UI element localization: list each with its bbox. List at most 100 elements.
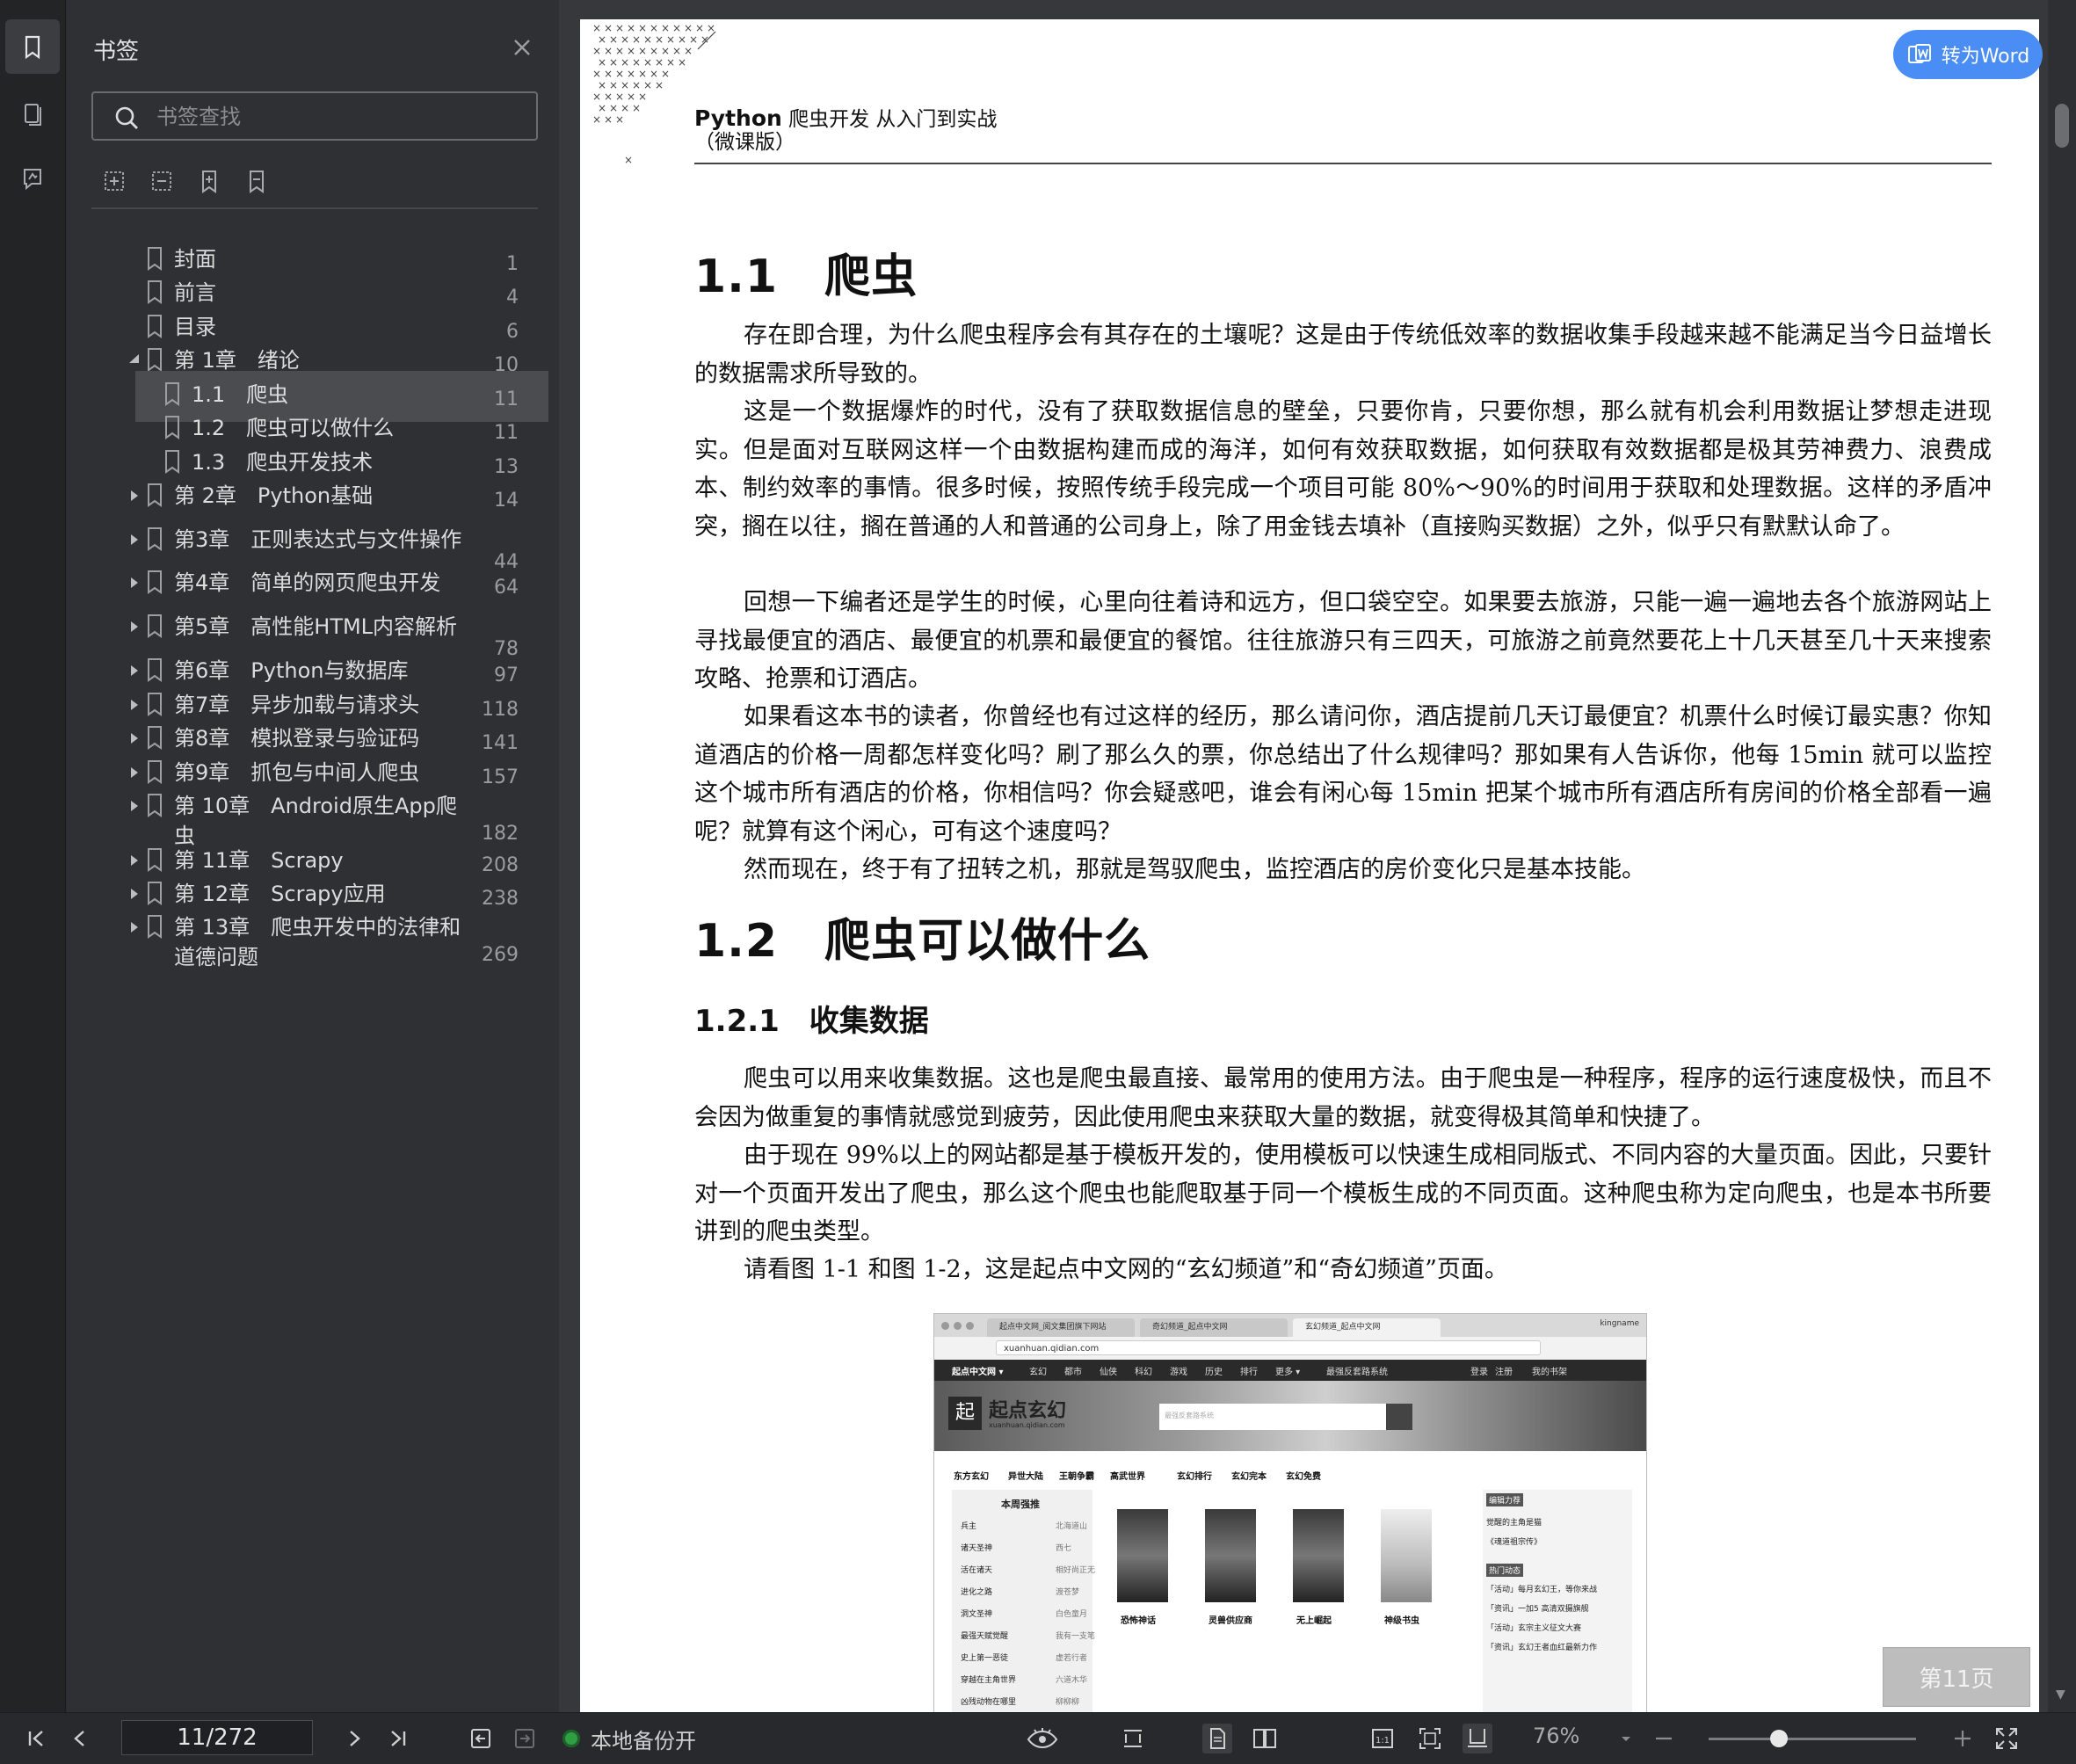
bookmark-label: 第 12章 Scrapy应用 [174,879,386,909]
collapse-arrow-icon[interactable] [127,352,142,368]
zoom-in-icon[interactable] [1948,1724,1978,1753]
expand-arrow-icon[interactable] [127,575,142,591]
bookmark-item[interactable]: 第 12章 Scrapy应用 238 [83,879,548,914]
bookmark-item[interactable]: 前言 4 [83,278,548,313]
double-page-icon[interactable] [1250,1724,1280,1753]
expand-arrow-icon[interactable] [127,765,142,780]
bookmark-label: 第5章 高性能HTML内容解析 [174,612,457,642]
bookmark-item[interactable]: 第8章 模拟登录与验证码 141 [83,723,548,759]
single-page-icon[interactable] [1202,1724,1232,1753]
collapse-all-icon[interactable] [148,167,183,202]
first-page-icon[interactable] [21,1724,51,1753]
bookmark-tab-icon[interactable] [5,19,60,74]
bookmark-label: 第 11章 Scrapy [174,846,344,875]
actual-size-icon[interactable]: 1:1 [1368,1724,1397,1753]
bookmark-item[interactable]: 第3章 正则表达式与文件操作 44 [83,525,548,573]
bookmark-label-text: 第3章 正则表达式与文件操作 [174,527,462,552]
svg-text:×: × [621,33,629,46]
last-page-icon[interactable] [383,1724,413,1753]
bookmark-item[interactable]: 封面 1 [83,244,548,279]
section-heading-1-2: 1.2 爬虫可以做什么 [694,915,1151,968]
expand-arrow-icon[interactable] [127,919,142,935]
bookmark-item[interactable]: 1.2 爬虫可以做什么 11 [83,413,548,448]
figure-weekly-item: 兵主 北海道山 [961,1520,1087,1531]
bookmark-search-input[interactable] [155,98,527,135]
figure-nav-item: 注册 [1495,1368,1513,1377]
zoom-dropdown-icon[interactable] [1617,1724,1635,1753]
figure-book-name: 神级书虫 [1384,1616,1419,1626]
fit-page-icon[interactable] [1415,1724,1445,1753]
continuous-scroll-icon[interactable] [1463,1724,1492,1753]
expand-arrow-icon[interactable] [127,886,142,902]
bookmark-item[interactable]: 第9章 抓包与中间人爬虫 157 [83,758,548,793]
viewer-scrollbar[interactable]: ▼ [2048,0,2076,1712]
add-bookmark-icon[interactable] [195,167,230,202]
figure-weekly-item: 诸天圣神 西七 [961,1542,1071,1553]
close-icon[interactable] [506,32,538,63]
bookmark-item[interactable]: 第 2章 Python基础 14 [83,481,548,516]
expand-arrow-icon[interactable] [127,853,142,868]
zoom-slider[interactable] [1709,1738,1916,1740]
thumbnail-tab-icon[interactable] [5,86,60,141]
expand-arrow-icon[interactable] [127,697,142,713]
bookmark-item[interactable]: 1.1 爬虫 11 [83,371,548,422]
bookmark-item[interactable]: 第7章 异步加载与请求头 118 [83,690,548,725]
page-number-input[interactable]: 11/272 [121,1720,313,1755]
figure-nav-item: 排行 [1240,1368,1258,1377]
scroll-down-icon[interactable]: ▼ [2056,1688,2065,1702]
figure-weekly-title-text: 活在诸天 [961,1566,993,1575]
eye-care-icon[interactable] [1016,1724,1069,1753]
remove-bookmark-icon[interactable] [243,167,278,202]
scrollbar-thumb[interactable] [2055,104,2069,148]
zoom-slider-handle[interactable] [1770,1730,1789,1747]
bookmark-item[interactable]: 第6章 Python与数据库 97 [83,656,548,691]
next-page-icon[interactable] [339,1724,369,1753]
history-forward-icon[interactable] [510,1724,540,1753]
fullscreen-icon[interactable] [1992,1724,2022,1753]
bookmark-icon [148,614,162,638]
paragraph: 由于现在 99%以上的网站都是基于模板开发的，使用模板可以快速生成相同版式、不同… [694,1142,1992,1245]
bookmark-label: 前言 [174,278,216,308]
bookmark-icon [148,794,162,817]
header-brand: Python [694,105,782,131]
bookmark-label-text: 第 13章 爬虫开发中的法律和 [174,915,461,940]
document-viewer: × × × × × × × × × × × × × × × × × × × × × × × × × × × × × × × × × × × × × × × ×… [559,0,2076,1712]
convert-to-word-button[interactable]: 转为Word [1893,30,2043,79]
bookmark-page-number: 141 [482,732,519,754]
bookmark-item[interactable]: 第 11章 Scrapy 208 [83,846,548,881]
bookmark-panel: 书签 封面1前言4目录6第 1章 绪论101.1 爬虫111.2 爬虫可以做什么… [67,0,622,1712]
previous-page-icon[interactable] [65,1724,95,1753]
expand-arrow-icon[interactable] [127,619,142,635]
bookmark-icon [148,726,162,750]
fit-width-icon[interactable] [1118,1724,1148,1753]
page-number-badge[interactable]: 第11页 [1883,1647,2030,1707]
bookmark-icon [148,848,162,872]
header-rule [694,163,1992,164]
zoom-level[interactable]: 76% [1533,1724,1579,1748]
history-back-icon[interactable] [466,1724,496,1753]
zoom-out-icon[interactable] [1649,1724,1679,1753]
annotation-tab-icon[interactable] [5,151,60,206]
bookmark-icon [165,450,179,474]
bookmark-item[interactable]: 第4章 简单的网页爬虫开发 64 [83,568,548,603]
header-subtitle: （微课版） [694,131,795,154]
expand-arrow-icon[interactable] [127,488,142,504]
bookmark-icon [165,416,179,439]
backup-status[interactable]: 本地备份开 [563,1724,696,1753]
svg-text:×: × [655,56,664,69]
bookmark-item[interactable]: 1.3 爬虫开发技术 13 [83,447,548,483]
figure-weekly-title-text: 兵主 [961,1522,977,1531]
running-header: Python 爬虫开发 从入门到实战 （微课版） [694,105,997,155]
bookmark-item[interactable]: 第 10章 Android原生App爬虫 182 [83,791,548,848]
bookmark-item[interactable]: 第 13章 爬虫开发中的法律和 道德问题 269 [83,912,548,969]
svg-text:×: × [672,45,681,57]
bookmark-item[interactable]: 目录 6 [83,312,548,347]
expand-arrow-icon[interactable] [127,798,142,814]
figure-weekly-item: 活在诸天 相好尚正无 [961,1564,1095,1575]
expand-all-icon[interactable] [100,167,135,202]
expand-arrow-icon[interactable] [127,663,142,679]
expand-arrow-icon[interactable] [127,730,142,746]
expand-arrow-icon[interactable] [127,532,142,548]
figure-weekly-author: 渡苍梦 [1056,1588,1080,1597]
bookmark-item[interactable]: 第5章 高性能HTML内容解析 78 [83,612,548,660]
